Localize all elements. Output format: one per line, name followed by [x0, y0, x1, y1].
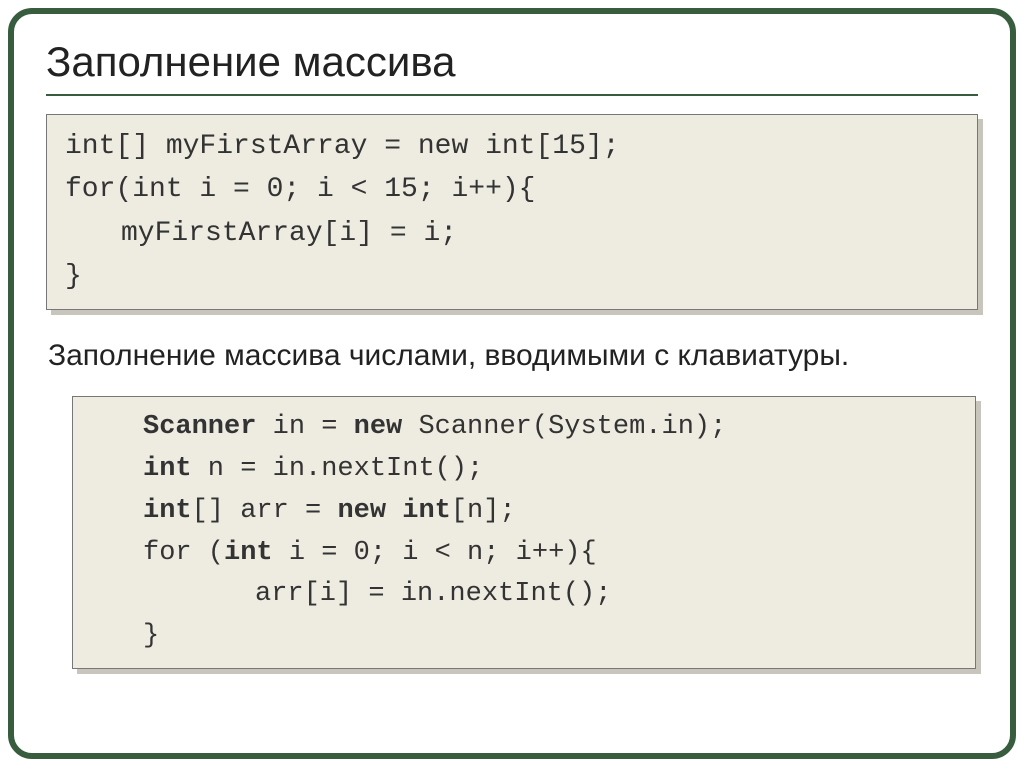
code-line: for (int i = 0; i < n; i++){	[143, 533, 957, 575]
keyword: new	[337, 496, 386, 526]
code-line: }	[65, 255, 959, 298]
keyword: int	[224, 538, 273, 568]
title-underline	[46, 94, 978, 96]
code-block-1: int[] myFirstArray = new int[15]; for(in…	[46, 114, 978, 310]
slide-container: Заполнение массива int[] myFirstArray = …	[8, 8, 1016, 759]
code-block-2: Scanner in = new Scanner(System.in); int…	[72, 396, 976, 669]
code-line: Scanner in = new Scanner(System.in);	[143, 407, 957, 449]
description-text: Заполнение массива числами, вводимыми с …	[46, 336, 978, 377]
code-line: }	[143, 616, 957, 658]
code-line: int[] myFirstArray = new int[15];	[65, 125, 959, 168]
keyword: int	[143, 496, 192, 526]
code-line: int[] arr = new int[n];	[143, 491, 957, 533]
code-line: myFirstArray[i] = i;	[65, 212, 959, 255]
keyword: int	[402, 496, 451, 526]
keyword: int	[143, 454, 192, 484]
keyword: Scanner	[143, 412, 256, 442]
code-line: arr[i] = in.nextInt();	[143, 574, 957, 616]
slide-title: Заполнение массива	[46, 38, 978, 86]
keyword: new	[354, 412, 403, 442]
code-line: int n = in.nextInt();	[143, 449, 957, 491]
code-line: for(int i = 0; i < 15; i++){	[65, 168, 959, 211]
